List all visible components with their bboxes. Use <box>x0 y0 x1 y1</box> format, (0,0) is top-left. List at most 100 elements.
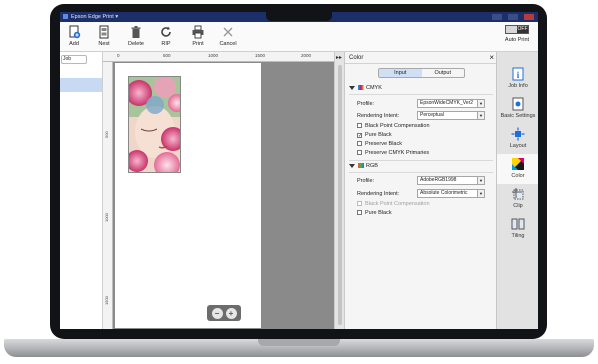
media-page <box>115 63 261 328</box>
rgb-pure-black-checkbox[interactable]: Pure Black <box>357 210 392 217</box>
cmyk-preserve-black-checkbox[interactable]: Preserve Black <box>357 141 402 148</box>
close-panel-icon[interactable]: × <box>489 52 494 64</box>
rgb-black-point-checkbox[interactable]: Black Point Compensation <box>357 201 430 208</box>
maximize-button[interactable] <box>508 14 518 20</box>
toolbar: Add Nest Delete RIP Print Cancel OFF Aut… <box>60 22 538 52</box>
tiling-icon <box>511 218 525 230</box>
rip-refresh-icon <box>161 26 171 37</box>
rip-button[interactable]: RIP <box>152 25 180 47</box>
print-button[interactable]: Print <box>184 25 212 47</box>
rgb-profile-value: AdobeRGB1998 <box>420 177 457 183</box>
minimize-button[interactable] <box>492 14 502 20</box>
rail-item-basic-settings[interactable]: Basic Settings <box>497 94 538 124</box>
ruler-tick-label: 500 <box>163 53 171 58</box>
checkbox-label: Black Point Compensation <box>365 123 430 129</box>
zoom-controls: − + <box>207 305 241 321</box>
rgb-intent-label: Rendering Intent: <box>357 191 400 197</box>
chevron-down-icon: ▼ <box>477 100 484 107</box>
zoom-out-icon[interactable]: − <box>211 307 223 319</box>
nest-button-label: Nest <box>98 41 110 47</box>
cmyk-profile-select[interactable]: EpsonWideCMYK_Ver2 ▼ <box>417 99 485 108</box>
ruler-tick-label: 1500 <box>255 53 266 58</box>
cmyk-profile-value: EpsonWideCMYK_Ver2 <box>420 100 474 106</box>
add-document-icon <box>69 25 81 39</box>
rgb-intent-value: Absolute Colorimetric <box>420 190 468 196</box>
clip-icon <box>512 188 524 200</box>
auto-print-switch[interactable]: OFF <box>505 25 529 34</box>
checkbox-box <box>357 210 362 215</box>
add-button-label: Add <box>69 41 79 47</box>
panel-header: Color × <box>345 52 497 64</box>
cmyk-section-header[interactable]: CMYK <box>349 84 493 93</box>
rgb-profile-label: Profile: <box>357 178 375 184</box>
tab-input[interactable]: Input <box>379 69 422 77</box>
ruler-tick-label: 1000 <box>104 213 109 222</box>
ruler-tick-label: 1000 <box>208 53 219 58</box>
rail-item-label: Tiling <box>511 233 525 239</box>
nest-button[interactable]: Nest <box>90 25 118 47</box>
checkbox-box <box>357 141 362 146</box>
job-search-field[interactable]: Job <box>61 55 87 64</box>
window-title: Epson Edge Print <box>71 14 114 20</box>
checkbox-box <box>357 201 362 206</box>
rail-item-job-info[interactable]: i Job Info <box>497 64 538 94</box>
delete-button-label: Delete <box>128 41 144 47</box>
rgb-section-header[interactable]: RGB <box>349 162 493 171</box>
print-button-label: Print <box>192 41 204 47</box>
cancel-button-label: Cancel <box>219 41 237 47</box>
checkbox-label: Black Point Compensation <box>365 201 430 207</box>
checkbox-label: Preserve CMYK Primaries <box>365 150 430 156</box>
rgb-profile-select[interactable]: AdobeRGB1998 ▼ <box>417 176 485 185</box>
chevron-down-icon: ▼ <box>477 177 484 184</box>
rose-portrait-image <box>129 77 180 172</box>
add-button[interactable]: Add <box>60 25 88 47</box>
divider <box>349 160 493 161</box>
checkbox-box <box>357 150 362 155</box>
cmyk-section-title: CMYK <box>366 85 382 91</box>
app-window: Epson Edge Print ▾ Add Nest Delete RIP P… <box>60 12 538 329</box>
checkbox-label: Pure Black <box>365 210 392 216</box>
rail-item-label: Clip <box>513 203 523 209</box>
collapse-triangle-icon <box>349 163 355 168</box>
expand-panel-icon[interactable]: ▸▸ <box>336 54 342 61</box>
layout-icon <box>511 127 525 141</box>
rail-item-label: Layout <box>509 143 527 149</box>
rail-item-layout[interactable]: Layout <box>497 124 538 154</box>
rail-item-tiling[interactable]: Tiling <box>497 214 538 244</box>
job-list-panel: Job <box>60 52 103 329</box>
chevron-down-icon: ▼ <box>477 190 484 197</box>
selected-job-row[interactable] <box>60 78 102 92</box>
rgb-section-title: RGB <box>366 163 378 169</box>
checkbox-label: Preserve Black <box>365 141 402 147</box>
laptop-base-lip <box>258 339 340 346</box>
info-icon: i <box>512 67 524 81</box>
cmyk-profile-label: Profile: <box>357 101 375 107</box>
job-image-thumbnail[interactable] <box>128 76 181 173</box>
tab-output[interactable]: Output <box>422 69 465 77</box>
rgb-intent-select[interactable]: Absolute Colorimetric ▼ <box>417 189 485 198</box>
rail-item-label: Job Info <box>508 83 528 89</box>
ruler-tick-label: 0 <box>117 53 120 58</box>
rgb-icon <box>358 163 364 169</box>
print-preview-area[interactable]: 0 500 1000 1500 2000 500 1000 1500 − + <box>103 52 334 329</box>
cmyk-black-point-checkbox[interactable]: Black Point Compensation <box>357 123 430 130</box>
cmyk-preserve-primaries-checkbox[interactable]: Preserve CMYK Primaries <box>357 150 429 157</box>
app-icon <box>63 14 68 20</box>
auto-print-toggle[interactable]: OFF Auto Print <box>500 25 534 43</box>
cmyk-pure-black-checkbox[interactable]: ✓ Pure Black <box>357 132 392 139</box>
cmyk-icon <box>358 85 364 91</box>
cmyk-intent-label: Rendering Intent: <box>357 113 400 119</box>
rail-item-clip[interactable]: Clip <box>497 184 538 214</box>
zoom-in-icon[interactable]: + <box>225 307 237 319</box>
cancel-button[interactable]: Cancel <box>214 25 242 47</box>
preview-scrollbar[interactable] <box>338 65 342 325</box>
cmyk-intent-select[interactable]: Perceptual ▼ <box>417 111 485 120</box>
close-window-button[interactable] <box>524 14 534 20</box>
cmyk-intent-value: Perceptual <box>420 112 444 118</box>
settings-icon <box>512 97 524 111</box>
delete-button[interactable]: Delete <box>122 25 150 47</box>
camera-notch <box>266 11 332 21</box>
horizontal-ruler: 0 500 1000 1500 2000 <box>103 52 334 62</box>
laptop-mockup: Epson Edge Print ▾ Add Nest Delete RIP P… <box>0 0 598 364</box>
rail-item-color[interactable]: Color <box>497 154 538 184</box>
